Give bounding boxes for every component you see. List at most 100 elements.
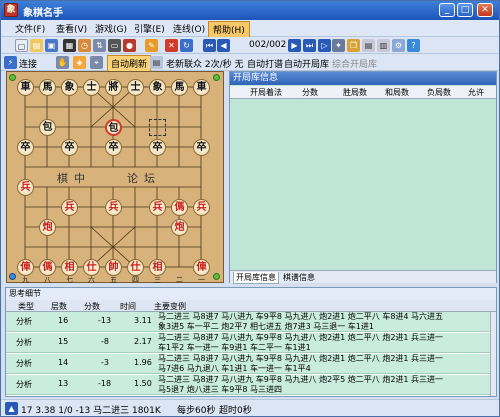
auto-open-label[interactable]: 自动开局库 xyxy=(284,57,329,70)
menu-view[interactable]: 查看(V) xyxy=(56,22,87,35)
tab-game-info[interactable]: 棋谱信息 xyxy=(281,272,317,283)
connect-icon[interactable]: ⚡ xyxy=(4,56,17,69)
row-pv-line2: 象3进5 车一平二 炮2平7 相七进五 炮7进3 马三退一 车1进1 xyxy=(158,322,374,331)
piece-black-horse[interactable]: 馬 xyxy=(39,79,56,96)
thinking-panel: 思考细节 类型 层数 分数 时间 主要变例 分析 16 -13 3.11 马二进… xyxy=(5,287,497,397)
piece-red-cannon[interactable]: 炮 xyxy=(171,219,188,236)
play-icon[interactable]: ▷ xyxy=(318,39,331,52)
prev-move-icon[interactable]: ◀ xyxy=(217,39,230,52)
board-surface[interactable]: 棋中 论坛 車 馬 象 士 將 士 象 馬 車 包 包 卒 卒 卒 卒 卒 兵 … xyxy=(7,72,223,284)
table-row[interactable]: 分析 16 -13 3.11 马二进三 马8进7 马八进九 车9平8 马九进八 … xyxy=(6,312,490,332)
piece-red-general[interactable]: 帥 xyxy=(105,259,122,276)
piece-black-general[interactable]: 將 xyxy=(105,79,122,96)
capture-icon[interactable]: ⌖ xyxy=(90,56,103,69)
piece-red-soldier[interactable]: 兵 xyxy=(105,199,122,216)
tool-icon[interactable]: ✦ xyxy=(332,39,345,52)
piece-red-advisor[interactable]: 仕 xyxy=(127,259,144,276)
shield-icon[interactable]: ◈ xyxy=(73,56,86,69)
next-move-icon[interactable]: ▶ xyxy=(288,39,301,52)
col-pv[interactable]: 主要变例 xyxy=(154,301,186,312)
first-move-icon[interactable]: ⏮ xyxy=(203,39,216,52)
clipboard-icon[interactable]: ▥ xyxy=(377,39,390,52)
record-icon[interactable]: ● xyxy=(123,39,136,52)
opening-tabs: 开局库信息 棋谱信息 xyxy=(230,270,496,284)
help-icon[interactable]: ? xyxy=(407,39,420,52)
col-losses[interactable]: 负局数 xyxy=(427,87,451,98)
table-row[interactable]: 分析 13 -18 1.50 马二进三 马8进7 马八进九 车9平8 马九进八 … xyxy=(6,375,490,395)
col-score[interactable]: 分数 xyxy=(302,87,318,98)
paste-icon[interactable]: ▤ xyxy=(362,39,375,52)
piece-red-soldier[interactable]: 兵 xyxy=(193,199,210,216)
piece-black-soldier[interactable]: 卒 xyxy=(61,139,78,156)
board-icon[interactable]: ▦ xyxy=(63,39,76,52)
piece-black-elephant[interactable]: 象 xyxy=(149,79,166,96)
vertical-scrollbar[interactable] xyxy=(490,312,496,396)
status-arrow-icon[interactable]: ▲ xyxy=(5,402,18,415)
piece-black-advisor[interactable]: 士 xyxy=(83,79,100,96)
auto-refresh-button[interactable]: 自动刷新 xyxy=(107,55,152,72)
piece-red-elephant[interactable]: 相 xyxy=(149,259,166,276)
connect-label[interactable]: 连接 xyxy=(19,57,37,70)
piece-black-soldier[interactable]: 卒 xyxy=(149,139,166,156)
col-wins[interactable]: 胜局数 xyxy=(343,87,367,98)
piece-black-cannon[interactable]: 包 xyxy=(39,119,56,136)
piece-red-horse[interactable]: 傌 xyxy=(39,259,56,276)
flip-icon[interactable]: ⇅ xyxy=(93,39,106,52)
tab-opening-info[interactable]: 开局库信息 xyxy=(233,272,279,284)
piece-black-elephant[interactable]: 象 xyxy=(61,79,78,96)
last-move-icon[interactable]: ⏭ xyxy=(303,39,316,52)
chess-board[interactable]: 棋中 论坛 車 馬 象 士 將 士 象 馬 車 包 包 卒 卒 卒 卒 卒 兵 … xyxy=(6,71,224,284)
piece-red-soldier[interactable]: 兵 xyxy=(17,179,34,196)
menu-game[interactable]: 游戏(G) xyxy=(95,22,127,35)
menu-help[interactable]: 帮助(H) xyxy=(208,21,250,38)
table-row[interactable]: 分析 15 -8 2.17 马二进三 马8进7 马八进九 车9平8 马九进八 炮… xyxy=(6,333,490,353)
piece-red-elephant[interactable]: 相 xyxy=(61,259,78,276)
minimize-button[interactable]: _ xyxy=(439,3,455,17)
piece-red-chariot[interactable]: 俥 xyxy=(193,259,210,276)
open-icon[interactable]: ▤ xyxy=(30,39,43,52)
status-bar: ▲ 17 3.38 1/0 -13 马二进三 1801K 每步60秒 超时0秒 xyxy=(1,399,499,416)
piece-red-advisor[interactable]: 仕 xyxy=(83,259,100,276)
col-score[interactable]: 分数 xyxy=(84,301,100,312)
piece-red-chariot[interactable]: 俥 xyxy=(17,259,34,276)
col-depth[interactable]: 层数 xyxy=(51,301,67,312)
piece-black-horse[interactable]: 馬 xyxy=(171,79,188,96)
copy-icon[interactable]: ❐ xyxy=(347,39,360,52)
piece-black-chariot[interactable]: 車 xyxy=(17,79,34,96)
col-type[interactable]: 类型 xyxy=(18,301,34,312)
helper-icon[interactable]: ✋ xyxy=(56,56,69,69)
screen-icon[interactable]: ▭ xyxy=(108,39,121,52)
piece-red-soldier[interactable]: 兵 xyxy=(61,199,78,216)
piece-black-soldier[interactable]: 卒 xyxy=(105,139,122,156)
stop-icon[interactable]: ✕ xyxy=(165,39,178,52)
row-type: 分析 xyxy=(16,380,32,389)
menu-engine[interactable]: 引擎(E) xyxy=(134,22,165,35)
save-icon[interactable]: ▣ xyxy=(45,39,58,52)
combined-open-label[interactable]: 综合开局库 xyxy=(332,57,377,70)
edit-icon[interactable]: ✎ xyxy=(145,39,158,52)
col-move[interactable]: 开局着法 xyxy=(250,87,282,98)
close-button[interactable]: ✕ xyxy=(477,3,493,17)
refresh-icon[interactable]: ↻ xyxy=(180,39,193,52)
piece-red-cannon[interactable]: 炮 xyxy=(39,219,56,236)
options-icon[interactable]: ⚙ xyxy=(392,39,405,52)
piece-black-cannon[interactable]: 包 xyxy=(105,119,122,136)
col-draws[interactable]: 和局数 xyxy=(385,87,409,98)
new-icon[interactable]: ▢ xyxy=(15,39,28,52)
menu-connect[interactable]: 连线(O) xyxy=(173,22,205,35)
piece-red-soldier[interactable]: 兵 xyxy=(149,199,166,216)
timer-icon[interactable]: ◷ xyxy=(78,39,91,52)
maximize-button[interactable]: □ xyxy=(457,3,473,17)
piece-black-chariot[interactable]: 車 xyxy=(193,79,210,96)
corner-indicator xyxy=(213,273,220,280)
doc-icon[interactable]: ▤ xyxy=(150,56,163,69)
col-time[interactable]: 时间 xyxy=(120,301,136,312)
piece-red-horse[interactable]: 傌 xyxy=(171,199,188,216)
table-row[interactable]: 分析 14 -3 1.96 马二进三 马8进7 马八进九 车9平8 马九进八 炮… xyxy=(6,354,490,374)
menu-file[interactable]: 文件(F) xyxy=(15,22,45,35)
auto-hit-label[interactable]: 自动打谱 xyxy=(247,57,283,70)
col-allow[interactable]: 允许 xyxy=(468,87,484,98)
piece-black-soldier[interactable]: 卒 xyxy=(193,139,210,156)
piece-black-advisor[interactable]: 士 xyxy=(127,79,144,96)
piece-black-soldier[interactable]: 卒 xyxy=(17,139,34,156)
